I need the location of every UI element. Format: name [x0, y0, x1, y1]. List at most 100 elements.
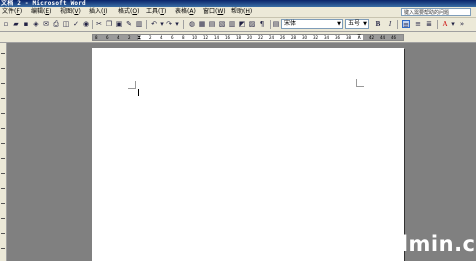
menu-format[interactable]: 格式(O)	[118, 7, 139, 17]
vruler-tick	[1, 248, 5, 249]
bold-button[interactable]: B	[374, 20, 382, 28]
research-icon[interactable]: ◉	[82, 20, 90, 28]
undo-icon[interactable]: ↶	[150, 20, 158, 28]
insert-excel-icon[interactable]: ▧	[218, 20, 226, 28]
text-cursor	[138, 89, 139, 96]
watermark-text: dmin.cc	[393, 232, 476, 256]
formatting-toolbar: ▫ ▰ ▪ ◈ ✉ ⎙ ◫ ✓ ◉ ✂ ❐ ▣ ✎ ▥ ↶ ▾ ↷ ▾ ◍ ▦ …	[0, 18, 476, 32]
menu-tools[interactable]: 工具(T)	[146, 7, 166, 17]
right-indent-marker-icon[interactable]: ⊼	[357, 35, 361, 41]
italic-button[interactable]: I	[386, 20, 394, 28]
copy-icon[interactable]: ❐	[105, 20, 113, 28]
tables-borders-icon[interactable]: ▦	[198, 20, 206, 28]
font-size-select[interactable]: 五号 ▼	[345, 19, 369, 29]
font-name-select[interactable]: 宋体 ▼	[281, 19, 343, 29]
email-icon[interactable]: ✉	[42, 20, 50, 28]
redo-icon[interactable]: ↷	[165, 20, 173, 28]
vruler-tick	[1, 233, 5, 234]
help-search-box[interactable]: 键入需要帮助的问题	[401, 8, 471, 16]
menu-insert[interactable]: 插入(I)	[89, 7, 107, 17]
print-preview-icon[interactable]: ◫	[62, 20, 70, 28]
align-center-icon[interactable]: ≡	[414, 20, 422, 28]
ruler-tick: 6	[106, 35, 109, 40]
vruler-tick	[1, 188, 5, 189]
format-painter-icon[interactable]: ✎	[125, 20, 133, 28]
hyperlink-icon[interactable]: ◍	[188, 20, 196, 28]
toolbar-separator	[92, 20, 93, 29]
toolbar-separator	[270, 20, 271, 29]
align-right-icon[interactable]: ≣	[425, 20, 433, 28]
toolbar-separator	[183, 20, 184, 29]
ruler-left-margin	[93, 35, 138, 40]
styles-pane-icon[interactable]: ▤	[272, 20, 280, 28]
open-folder-icon[interactable]: ▰	[12, 20, 20, 28]
ruler-tick: 16	[225, 35, 231, 40]
document-map-icon[interactable]: ▨	[248, 20, 256, 28]
columns-icon[interactable]: ▥	[228, 20, 236, 28]
ruler-tick: 20	[247, 35, 253, 40]
vruler-tick	[1, 128, 5, 129]
ruler-tick: 8	[182, 35, 185, 40]
ruler-tick: 44	[380, 35, 386, 40]
ruler-tick: 38	[346, 35, 352, 40]
ruler-tick: 26	[280, 35, 286, 40]
margin-corner-top-left	[128, 81, 136, 89]
indent-marker-icon[interactable]: ⧗	[137, 35, 141, 41]
ruler-tick: 28	[291, 35, 297, 40]
ruler-tick: 46	[391, 35, 397, 40]
menu-view[interactable]: 视图(V)	[60, 7, 81, 17]
menu-table[interactable]: 表格(A)	[175, 7, 196, 17]
permission-icon[interactable]: ◈	[32, 20, 40, 28]
print-icon[interactable]: ⎙	[52, 20, 60, 28]
new-document-icon[interactable]: ▫	[2, 20, 10, 28]
paste-icon[interactable]: ▣	[115, 20, 123, 28]
spelling-icon[interactable]: ✓	[72, 20, 80, 28]
ruler-tick: 6	[171, 35, 174, 40]
menu-bar: 文件(F) 编辑(E) 视图(V) 插入(I) 格式(O) 工具(T) 表格(A…	[0, 7, 476, 18]
font-color-dropdown-icon[interactable]: ▾	[449, 20, 457, 28]
insert-table-icon[interactable]: ▤	[208, 20, 216, 28]
align-justify-icon[interactable]: ≡	[402, 20, 410, 29]
document-page[interactable]	[92, 48, 404, 261]
vertical-ruler[interactable]	[0, 43, 7, 261]
ruler-tick: 22	[258, 35, 264, 40]
window-title: 文档 2 - Microsoft Word	[1, 0, 86, 7]
ruler-tick: 36	[335, 35, 341, 40]
menu-window[interactable]: 窗口(W)	[203, 7, 226, 17]
ruler-tick: 12	[203, 35, 209, 40]
chevron-down-icon: ▼	[363, 21, 367, 27]
toolbar-separator	[146, 20, 147, 29]
horizontal-ruler[interactable]: 8 6 4 2 ⧗ 2 4 6 8 10 12 14 16 18 20 22 2…	[92, 34, 404, 41]
menu-file[interactable]: 文件(F)	[2, 7, 22, 17]
vruler-tick	[1, 98, 5, 99]
ruler-tick: 14	[214, 35, 220, 40]
ruler-tick: 4	[117, 35, 120, 40]
vruler-tick	[1, 113, 5, 114]
menu-edit[interactable]: 编辑(E)	[31, 7, 52, 17]
ruler-tick: 30	[302, 35, 308, 40]
ruler-tick: 4	[160, 35, 163, 40]
vruler-tick	[1, 203, 5, 204]
ruler-tick: 2	[128, 35, 131, 40]
show-hide-icon[interactable]: ¶	[258, 20, 266, 28]
horizontal-ruler-bar: 8 6 4 2 ⧗ 2 4 6 8 10 12 14 16 18 20 22 2…	[0, 32, 476, 43]
redo-dropdown-icon[interactable]: ▾	[173, 20, 181, 28]
save-icon[interactable]: ▪	[22, 20, 30, 28]
ruler-tick: 42	[369, 35, 375, 40]
vruler-tick	[1, 158, 5, 159]
drawing-icon[interactable]: ◩	[238, 20, 246, 28]
vruler-tick	[1, 53, 5, 54]
clear-format-icon[interactable]: ▥	[135, 20, 143, 28]
font-color-button[interactable]: A	[441, 20, 449, 28]
vruler-tick	[1, 83, 5, 84]
cut-icon[interactable]: ✂	[95, 20, 103, 28]
margin-corner-top-right	[356, 79, 364, 87]
menu-help[interactable]: 帮助(H)	[231, 7, 252, 17]
vruler-tick	[1, 68, 5, 69]
ruler-tick: 10	[192, 35, 198, 40]
toolbar-options-icon[interactable]: »	[458, 20, 466, 28]
ruler-tick: 2	[149, 35, 152, 40]
ruler-tick: 18	[236, 35, 242, 40]
toolbar-separator	[437, 20, 438, 29]
toolbar-separator	[397, 20, 398, 29]
